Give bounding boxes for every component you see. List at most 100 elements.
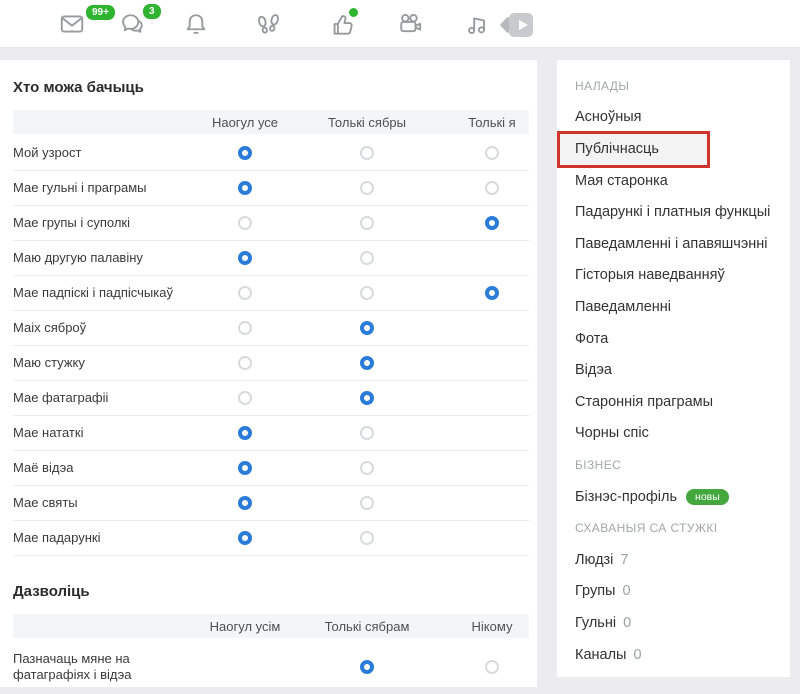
- sidebar-item-гульні[interactable]: Гульні0: [557, 607, 790, 639]
- sidebar-item-паведамленні[interactable]: Паведамленні: [557, 291, 790, 323]
- messages-icon[interactable]: [58, 10, 86, 38]
- row-label: Мае групы і суполкі: [13, 215, 190, 231]
- radio-cell: [300, 496, 434, 510]
- radio-unselected[interactable]: [360, 286, 374, 300]
- radio-selected[interactable]: [360, 321, 374, 335]
- radio-unselected[interactable]: [360, 251, 374, 265]
- sidebar-item-групы[interactable]: Групы0: [557, 576, 790, 608]
- radio-cell: [190, 356, 300, 370]
- sidebar-item-староннія-праграмы[interactable]: Староннія праграмы: [557, 386, 790, 418]
- table-row: Мае падпіскі і падпісчыкаў: [13, 276, 529, 311]
- row-label: Мае падпіскі і падпісчыкаў: [13, 285, 190, 301]
- radio-cell: [300, 251, 434, 265]
- music-icon[interactable]: [463, 10, 491, 38]
- sidebar-item-мая-старонка[interactable]: Мая старонка: [557, 165, 790, 197]
- radio-unselected[interactable]: [360, 146, 374, 160]
- sidebar-item-асноўныя[interactable]: Асноўныя: [557, 102, 790, 134]
- column-header-nobody-allow: Нікому: [434, 619, 550, 634]
- radio-cell: [434, 216, 550, 230]
- visibility-table-header: Наогул усе Толькі сябры Толькі я: [13, 110, 529, 134]
- sidebar-item-каналы[interactable]: Каналы0: [557, 639, 790, 671]
- sidebar-item-бізнэс-профіль[interactable]: Бізнэс-профільновы: [557, 481, 790, 513]
- ok-video-icon[interactable]: [502, 13, 534, 37]
- radio-selected[interactable]: [360, 391, 374, 405]
- sidebar-item-count: 0: [623, 615, 631, 631]
- sidebar-item-публічнасць[interactable]: Публічнасць: [557, 131, 710, 168]
- radio-unselected[interactable]: [360, 461, 374, 475]
- radio-cell: [190, 461, 300, 475]
- sidebar-item-відэа[interactable]: Відэа: [557, 354, 790, 386]
- radio-selected[interactable]: [238, 496, 252, 510]
- sidebar-item-label: Староннія праграмы: [575, 394, 713, 410]
- column-header-friends-allow: Толькі сябрам: [300, 619, 434, 634]
- row-label: Мае фатаграфіі: [13, 390, 190, 406]
- radio-selected[interactable]: [238, 146, 252, 160]
- radio-selected[interactable]: [360, 356, 374, 370]
- table-row: Мой узрост: [13, 136, 529, 171]
- radio-cell: [190, 251, 300, 265]
- sidebar-item-count: 0: [622, 583, 630, 599]
- sidebar-item-label: Паведамленні і апавяшчэнні: [575, 236, 768, 252]
- chat-badge: 3: [141, 2, 163, 21]
- row-label: Пазначаць мяне на фатаграфіях і відэа: [13, 651, 190, 683]
- radio-unselected[interactable]: [485, 146, 499, 160]
- sidebar-item-label: Чорны спіс: [575, 425, 649, 441]
- radio-selected[interactable]: [238, 426, 252, 440]
- privacy-settings-page: 99+ 3: [0, 0, 800, 687]
- sidebar-section-header: СХАВАНЫЯ СА СТУЖКІ: [557, 512, 790, 544]
- allow-section-title: Дазволіць: [0, 556, 537, 614]
- sidebar-item-паведамленні-і-апавяшчэнні[interactable]: Паведамленні і апавяшчэнні: [557, 228, 790, 260]
- radio-cell: [300, 461, 434, 475]
- row-label: Маё відэа: [13, 460, 190, 476]
- allow-table-header: Наогул усім Толькі сябрам Нікому: [13, 614, 529, 638]
- privacy-panel: Хто можа бачыць Наогул усе Толькі сябры …: [0, 60, 537, 687]
- video-camera-icon[interactable]: [396, 10, 424, 38]
- radio-selected[interactable]: [485, 216, 499, 230]
- radio-cell: [190, 321, 300, 335]
- visibility-table-rows: Мой узрост Мае гульні і праграмы Мае групы…: [0, 136, 537, 556]
- radio-selected[interactable]: [485, 286, 499, 300]
- row-label: Мае святы: [13, 495, 190, 511]
- table-row: Маіх сяброў: [13, 311, 529, 346]
- guests-footprints-icon[interactable]: [254, 10, 282, 38]
- radio-unselected[interactable]: [360, 181, 374, 195]
- row-label: Мае гульні і праграмы: [13, 180, 190, 196]
- radio-selected[interactable]: [238, 461, 252, 475]
- sidebar-item-фота[interactable]: Фота: [557, 323, 790, 355]
- table-row: Мае нататкі: [13, 416, 529, 451]
- sidebar-item-чорны-спіс[interactable]: Чорны спіс: [557, 418, 790, 450]
- radio-selected[interactable]: [238, 181, 252, 195]
- notifications-bell-icon[interactable]: [182, 10, 210, 38]
- radio-unselected[interactable]: [485, 660, 499, 674]
- column-header-only-me: Толькі я: [434, 115, 550, 130]
- radio-cell: [190, 286, 300, 300]
- radio-unselected[interactable]: [360, 496, 374, 510]
- radio-unselected[interactable]: [485, 181, 499, 195]
- row-label: Мае падарункі: [13, 530, 190, 546]
- sidebar-item-падарункі-і-платныя-функцыі[interactable]: Падарункі і платныя функцыі: [557, 196, 790, 228]
- row-label: Маю стужку: [13, 355, 190, 371]
- sidebar-item-label: Фота: [575, 331, 608, 347]
- table-row: Пазначаць мяне на фатаграфіях і відэа: [13, 640, 529, 694]
- radio-unselected[interactable]: [238, 391, 252, 405]
- sidebar-item-гісторыя-наведванняў[interactable]: Гісторыя наведванняў: [557, 260, 790, 292]
- radio-cell: [300, 426, 434, 440]
- messages-badge: 99+: [84, 3, 117, 22]
- radio-selected[interactable]: [360, 660, 374, 674]
- radio-unselected[interactable]: [238, 216, 252, 230]
- sidebar-item-людзі[interactable]: Людзі7: [557, 544, 790, 576]
- radio-unselected[interactable]: [360, 531, 374, 545]
- radio-unselected[interactable]: [360, 216, 374, 230]
- radio-unselected[interactable]: [238, 286, 252, 300]
- column-header-everyone: Наогул усе: [190, 115, 300, 130]
- radio-unselected[interactable]: [238, 321, 252, 335]
- sidebar-item-label: Паведамленні: [575, 299, 671, 315]
- radio-cell: [190, 216, 300, 230]
- row-label: Маю другую палавіну: [13, 250, 190, 266]
- radio-selected[interactable]: [238, 531, 252, 545]
- ok-video-play-triangle: [519, 20, 528, 30]
- radio-unselected[interactable]: [238, 356, 252, 370]
- sidebar-item-label: Мая старонка: [575, 173, 668, 189]
- radio-unselected[interactable]: [360, 426, 374, 440]
- radio-selected[interactable]: [238, 251, 252, 265]
